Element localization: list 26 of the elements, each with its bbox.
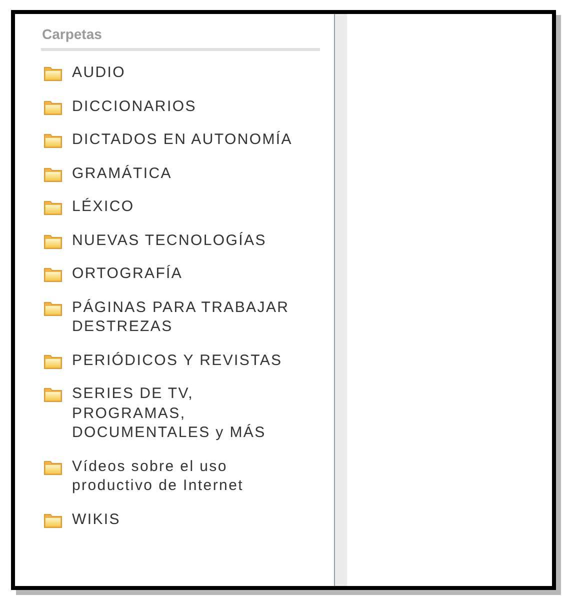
splitter-bar[interactable] xyxy=(335,14,347,586)
folder-link[interactable]: AUDIO xyxy=(72,63,294,82)
sidebar-title: Carpetas xyxy=(41,26,103,42)
folder-link[interactable]: ORTOGRAFÍA xyxy=(72,264,294,284)
folder-link[interactable]: SERIES DE TV, PROGRAMAS, DOCUMENTALES y MÁS xyxy=(72,384,294,442)
folder-link[interactable]: DICTADOS EN AUTONOMÍA xyxy=(72,130,294,150)
folder-link[interactable]: PERIÓDICOS Y REVISTAS xyxy=(72,350,294,370)
folder-icon xyxy=(44,512,62,528)
folder-icon xyxy=(44,166,62,182)
folder-icon xyxy=(44,200,62,215)
folder-icon xyxy=(44,234,62,248)
folder-icon xyxy=(44,354,62,368)
folder-icon xyxy=(44,267,62,282)
folder-icon xyxy=(44,387,62,402)
folder-link[interactable]: PÁGINAS PARA TRABAJAR DESTREZAS xyxy=(72,298,294,336)
folder-link[interactable]: Vídeos sobre el uso productivo de Internet xyxy=(72,456,294,496)
folder-icon xyxy=(44,100,62,114)
folder-link[interactable]: GRAMÁTICA xyxy=(72,164,294,183)
folder-link[interactable]: WIKIS xyxy=(72,510,294,529)
folder-icon xyxy=(44,66,62,81)
folder-icon xyxy=(44,133,62,148)
folder-link[interactable]: DICCIONARIOS xyxy=(72,96,294,116)
folder-link[interactable]: NUEVAS TECNOLOGÍAS xyxy=(72,230,294,250)
folder-link[interactable]: LÉXICO xyxy=(72,197,294,216)
folder-icon xyxy=(44,300,62,316)
folder-icon xyxy=(44,460,62,474)
